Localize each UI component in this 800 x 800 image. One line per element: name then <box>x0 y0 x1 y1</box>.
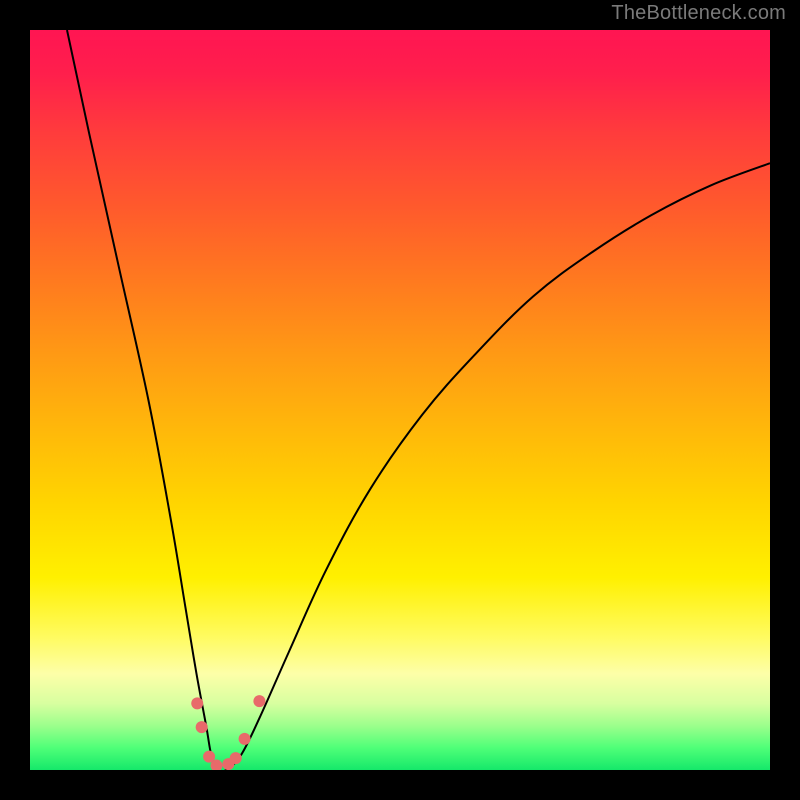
chart-frame: TheBottleneck.com <box>0 0 800 800</box>
watermark-text: TheBottleneck.com <box>611 2 786 25</box>
curve-marker <box>253 695 265 707</box>
curve-marker <box>230 752 242 764</box>
curve-svg <box>30 30 770 770</box>
bottleneck-curve <box>67 30 770 770</box>
curve-markers <box>191 695 265 770</box>
plot-area <box>30 30 770 770</box>
curve-marker <box>239 733 251 745</box>
curve-marker <box>191 697 203 709</box>
curve-marker <box>196 721 208 733</box>
